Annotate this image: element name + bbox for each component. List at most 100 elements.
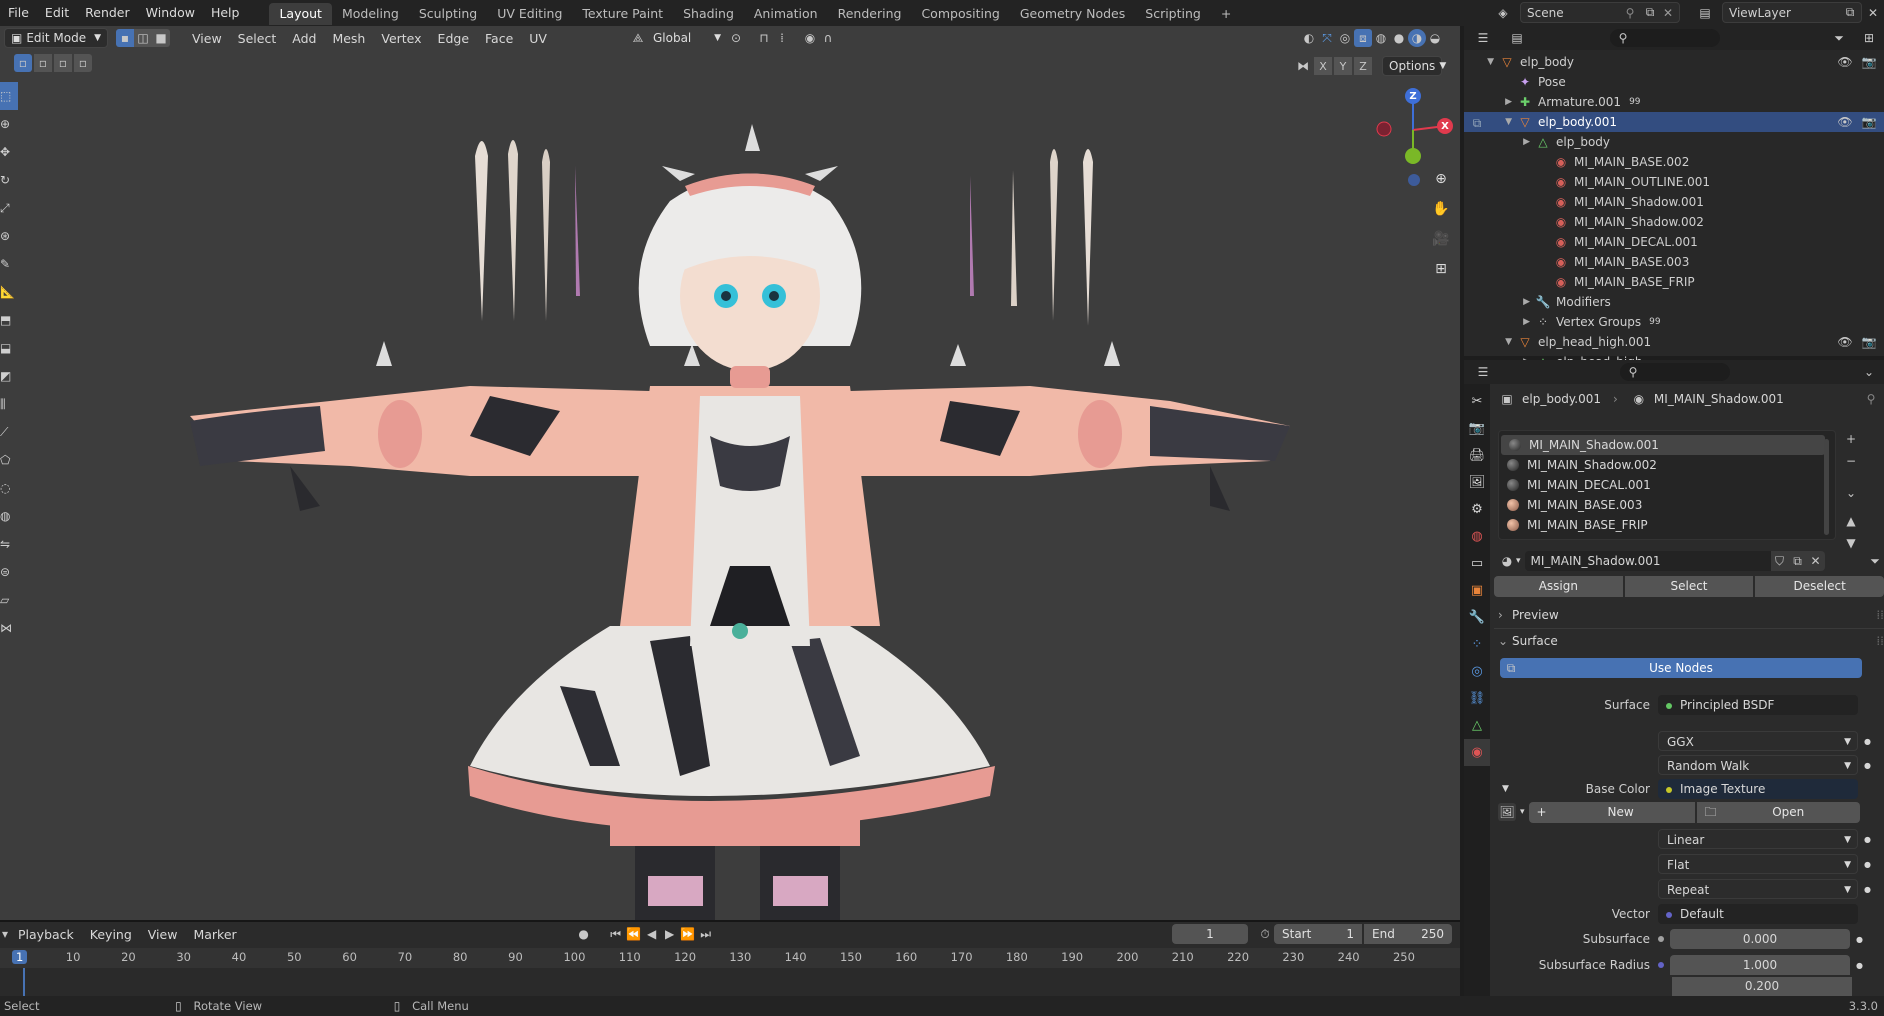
menu-face[interactable]: Face: [477, 31, 521, 46]
rotate-tool-icon[interactable]: ↻: [0, 166, 18, 194]
list-item[interactable]: MI_MAIN_Shadow.001: [1501, 435, 1825, 455]
fake-user-icon[interactable]: ⛉: [1770, 551, 1789, 571]
perspective-grid-icon[interactable]: ⊞: [1428, 256, 1454, 282]
select-button[interactable]: Select: [1624, 576, 1754, 597]
outliner-row[interactable]: ✦ Pose: [1464, 72, 1884, 92]
drag-handle-icon[interactable]: ⁞⁞: [1876, 634, 1884, 648]
clock-icon[interactable]: ⏱: [1256, 925, 1274, 943]
scene-tab-icon[interactable]: ⚙: [1464, 496, 1490, 523]
outliner-row[interactable]: ▶ 🔧 Modifiers: [1464, 292, 1884, 312]
surface-shader-field[interactable]: Principled BSDF: [1658, 695, 1858, 715]
constraints-tab-icon[interactable]: ⛓: [1464, 685, 1490, 712]
jump-end-icon[interactable]: ⏭: [697, 925, 715, 943]
rendered-shading-icon[interactable]: ◒: [1426, 29, 1444, 47]
render-tab-icon[interactable]: 📷: [1464, 415, 1490, 442]
outliner-row[interactable]: ◉ MI_MAIN_BASE.002: [1464, 152, 1884, 172]
tab-layout[interactable]: Layout: [269, 3, 332, 25]
menu-window[interactable]: Window: [138, 0, 203, 26]
move-up-icon[interactable]: ▲: [1842, 512, 1860, 530]
pivot-icon[interactable]: ⊙: [727, 29, 745, 47]
shrink-fatten-tool-icon[interactable]: ⊜: [0, 558, 18, 586]
menu-view[interactable]: View: [140, 927, 186, 942]
play-icon[interactable]: ▶: [661, 925, 679, 943]
outliner-row[interactable]: ▶ △ elp_body: [1464, 132, 1884, 152]
menu-mesh[interactable]: Mesh: [324, 31, 373, 46]
playhead-line[interactable]: [23, 968, 25, 996]
surface-section[interactable]: ⌄ Surface ⁞⁞: [1498, 630, 1884, 652]
zoom-icon[interactable]: ⊕: [1428, 166, 1454, 192]
gizmo-icon[interactable]: ⤧: [1318, 29, 1336, 47]
camera-icon[interactable]: 📷: [1860, 113, 1878, 131]
inset-tool-icon[interactable]: ⬓: [0, 334, 18, 362]
menu-add[interactable]: Add: [284, 31, 324, 46]
expand-arrow-icon[interactable]: ▶: [1464, 97, 1516, 107]
jump-start-icon[interactable]: ⏮: [607, 925, 625, 943]
pan-hand-icon[interactable]: ✋: [1428, 196, 1454, 222]
wireframe-shading-icon[interactable]: ◍: [1372, 29, 1390, 47]
play-reverse-icon[interactable]: ◀: [643, 925, 661, 943]
tab-compositing[interactable]: Compositing: [911, 3, 1009, 25]
vector-input[interactable]: Default: [1658, 904, 1858, 924]
snap-target-icon[interactable]: ⁞: [773, 29, 791, 47]
frame-ruler[interactable]: 1 10 20 30 40 50 60 70 80 90 100 110 120 130 140 150 160…: [0, 948, 1460, 968]
new-image-button[interactable]: + New: [1528, 801, 1695, 823]
list-item[interactable]: MI_MAIN_DECAL.001: [1499, 475, 1835, 495]
visibility-icon[interactable]: ◐: [1300, 29, 1318, 47]
projection-dropdown[interactable]: Flat ▼: [1658, 854, 1858, 874]
outliner-row[interactable]: ◉ MI_MAIN_BASE.003: [1464, 252, 1884, 272]
snap-icon[interactable]: ⊓: [755, 29, 773, 47]
start-frame-field[interactable]: Start 1: [1274, 924, 1362, 944]
solid-shading-icon[interactable]: ●: [1390, 29, 1408, 47]
knife-tool-icon[interactable]: ⟋: [0, 418, 18, 446]
menu-file[interactable]: File: [0, 0, 37, 26]
outliner-row[interactable]: ◉ MI_MAIN_BASE_FRIP: [1464, 272, 1884, 292]
close-icon[interactable]: ✕: [1659, 4, 1677, 22]
edit-mode-icon[interactable]: ⧉: [1468, 114, 1486, 132]
xray-icon[interactable]: ⧈: [1354, 29, 1372, 47]
subsurface-radius-y-field[interactable]: 0.200: [1672, 977, 1852, 996]
record-icon[interactable]: ●: [575, 925, 593, 943]
subsurface-radius-x-field[interactable]: 1.000: [1670, 955, 1850, 975]
expand-arrow-icon[interactable]: ▼: [1464, 57, 1498, 67]
scene-selector[interactable]: Scene ⚲ ⧉ ✕: [1520, 2, 1680, 23]
axis-x-icon[interactable]: X: [1437, 118, 1453, 134]
open-image-button[interactable]: 🗀 Open: [1696, 801, 1860, 823]
next-keyframe-icon[interactable]: ⏩: [679, 925, 697, 943]
menu-playback[interactable]: Playback: [10, 927, 82, 942]
keyframe-dot-icon[interactable]: ●: [1856, 961, 1863, 970]
menu-vertex[interactable]: Vertex: [373, 31, 429, 46]
editor-type-icon[interactable]: ▾: [0, 925, 10, 943]
annotate-tool-icon[interactable]: ✎: [0, 250, 18, 278]
collection-tab-icon[interactable]: ▭: [1464, 550, 1490, 577]
loop-cut-tool-icon[interactable]: ⫼: [0, 390, 18, 418]
select-box-tool-icon[interactable]: ⬚: [0, 82, 18, 110]
keyframe-dot-icon[interactable]: ●: [1864, 885, 1871, 894]
add-slot-icon[interactable]: +: [1842, 430, 1860, 448]
tab-geometry-nodes[interactable]: Geometry Nodes: [1010, 3, 1135, 25]
cursor-tool-icon[interactable]: ⊕: [0, 110, 18, 138]
duplicate-icon[interactable]: ⧉: [1788, 551, 1807, 571]
scale-tool-icon[interactable]: ⤢: [0, 194, 18, 222]
assign-button[interactable]: Assign: [1494, 576, 1623, 597]
image-browse-icon[interactable]: 🖼: [1498, 803, 1516, 821]
material-browse-icon[interactable]: ◕: [1498, 552, 1516, 570]
poly-build-tool-icon[interactable]: ⬠: [0, 446, 18, 474]
camera-icon[interactable]: 📷: [1860, 333, 1878, 351]
spin-tool-icon[interactable]: ◌: [0, 474, 18, 502]
tab-texture-paint[interactable]: Texture Paint: [572, 3, 673, 25]
edge-select-icon[interactable]: ◫: [134, 29, 152, 47]
end-frame-field[interactable]: End 250: [1364, 924, 1452, 944]
outliner-row[interactable]: ▶ ✚ Armature.001 99: [1464, 92, 1884, 112]
outliner-row[interactable]: ▼ ▽ elp_head_high.001 👁 📷: [1464, 332, 1884, 352]
shear-tool-icon[interactable]: ▱: [0, 586, 18, 614]
vertex-select-icon[interactable]: ▪: [116, 29, 134, 47]
outliner-row[interactable]: ▼ ▽ elp_body.001 👁 📷: [1464, 112, 1884, 132]
select-subtract-icon[interactable]: ▫: [54, 54, 72, 72]
keyframe-dot-icon[interactable]: ●: [1864, 761, 1871, 770]
distribution-dropdown[interactable]: GGX ▼: [1658, 731, 1858, 751]
remove-slot-icon[interactable]: −: [1842, 452, 1860, 470]
measure-tool-icon[interactable]: 📐: [0, 278, 18, 306]
list-scrollbar[interactable]: [1824, 439, 1829, 535]
tab-shading[interactable]: Shading: [673, 3, 744, 25]
edge-slide-tool-icon[interactable]: ⇋: [0, 530, 18, 558]
